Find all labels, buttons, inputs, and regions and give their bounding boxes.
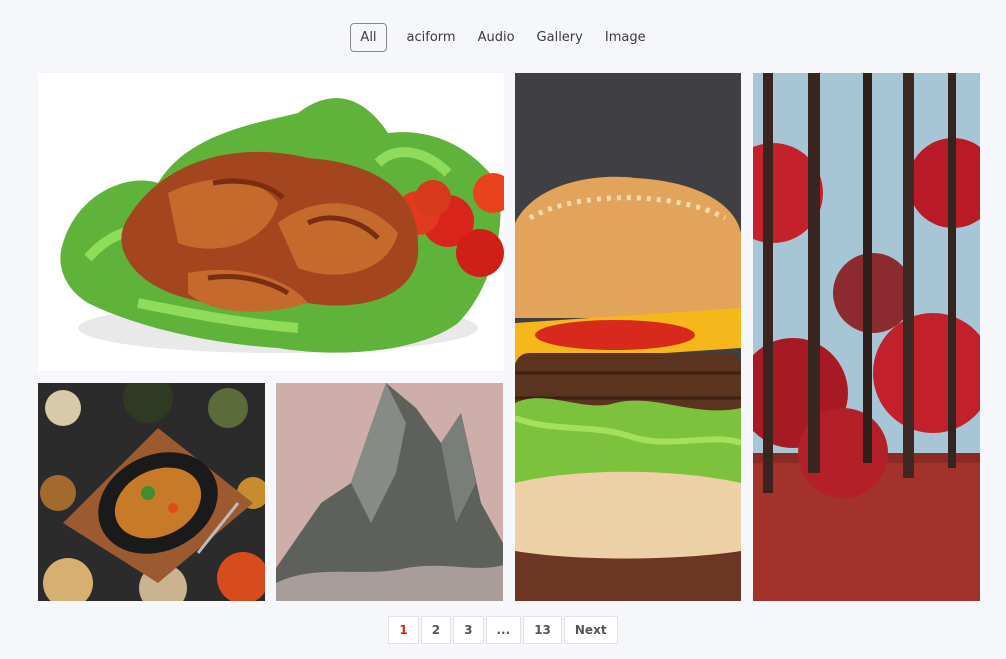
filter-aciform[interactable]: aciform xyxy=(397,23,466,52)
gallery-item-chicken-wings[interactable] xyxy=(38,73,504,371)
pagination: 1 2 3 ... 13 Next xyxy=(0,616,1006,644)
page-ellipsis: ... xyxy=(485,616,522,644)
page-2-button[interactable]: 2 xyxy=(420,616,452,644)
filter-bar: All aciform Audio Gallery Image xyxy=(0,22,1006,52)
chicken-wings-image xyxy=(38,73,504,371)
filter-image[interactable]: Image xyxy=(595,23,656,52)
next-page-button[interactable]: Next xyxy=(563,616,618,644)
gallery-item-red-forest[interactable] xyxy=(753,73,980,601)
gallery-item-roast-chicken[interactable] xyxy=(38,383,265,601)
mountain-image xyxy=(276,383,503,601)
gallery-item-burger[interactable] xyxy=(515,73,741,601)
roast-chicken-image xyxy=(38,383,265,601)
page-3-button[interactable]: 3 xyxy=(453,616,484,644)
filter-audio[interactable]: Audio xyxy=(468,23,525,52)
page-1-button[interactable]: 1 xyxy=(388,616,419,644)
burger-image xyxy=(515,73,741,601)
page-13-button[interactable]: 13 xyxy=(523,616,562,644)
filter-all[interactable]: All xyxy=(350,22,387,52)
filter-gallery[interactable]: Gallery xyxy=(527,23,593,52)
red-forest-image xyxy=(753,73,980,601)
gallery-item-mountain[interactable] xyxy=(276,383,503,601)
